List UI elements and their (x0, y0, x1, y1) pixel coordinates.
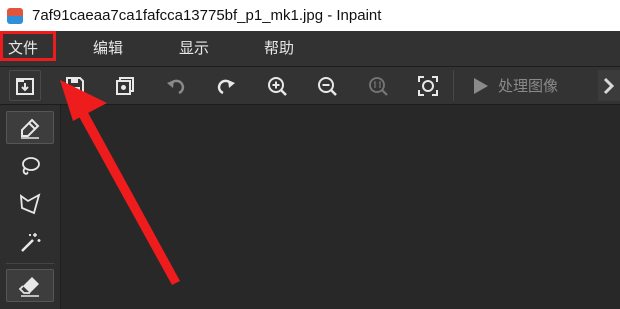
play-icon (474, 77, 488, 94)
open-icon (16, 77, 34, 95)
app-icon (7, 7, 23, 24)
zoom-in-icon (268, 76, 287, 96)
lasso-icon (22, 156, 40, 175)
save-icon (66, 76, 84, 95)
save-as-icon (116, 76, 134, 95)
undo-button[interactable] (160, 70, 192, 101)
toolbar-overflow-button[interactable] (598, 70, 620, 101)
sidebar-separator (6, 263, 54, 264)
menu-bar: 文件 编辑 显示 帮助 (0, 31, 620, 67)
marker-icon (21, 118, 40, 139)
redo-icon (217, 79, 235, 94)
polygon-lasso-tool-button[interactable] (6, 187, 54, 220)
process-image-label: 处理图像 (498, 77, 559, 95)
window-title: 7af91caeaa7ca1fafcca13775bf_p1_mk1.jpg -… (32, 7, 382, 24)
title-bar: 7af91caeaa7ca1fafcca13775bf_p1_mk1.jpg -… (0, 0, 620, 31)
redo-button[interactable] (210, 70, 242, 101)
process-image-button[interactable]: 处理图像 (458, 70, 590, 101)
menu-help[interactable]: 帮助 (264, 31, 294, 66)
zoom-fit-button[interactable] (412, 70, 444, 101)
undo-icon (167, 79, 185, 94)
zoom-in-button[interactable] (261, 70, 293, 101)
save-button[interactable] (59, 70, 91, 101)
eraser-tool-button[interactable] (6, 269, 54, 302)
magic-wand-tool-button[interactable] (6, 225, 54, 258)
zoom-out-icon (318, 76, 337, 96)
zoom-actual-size-button[interactable] (362, 70, 394, 101)
zoom-actual-icon (369, 76, 388, 96)
magic-wand-icon (21, 232, 41, 252)
tool-sidebar (0, 105, 61, 309)
marker-tool-button[interactable] (6, 111, 54, 144)
menu-file-highlight-box (0, 31, 56, 61)
toolbar-separator (453, 70, 454, 101)
menu-view[interactable]: 显示 (179, 31, 209, 66)
polygon-lasso-icon (19, 192, 41, 214)
eraser-icon (18, 276, 39, 297)
zoom-fit-icon (418, 75, 438, 96)
chevron-right-icon (603, 77, 615, 94)
lasso-tool-button[interactable] (6, 149, 54, 182)
zoom-out-button[interactable] (311, 70, 343, 101)
open-button[interactable] (9, 70, 41, 101)
save-as-button[interactable] (109, 70, 141, 101)
menu-edit[interactable]: 编辑 (93, 31, 123, 66)
toolbar: 处理图像 (0, 67, 620, 105)
image-canvas[interactable] (61, 105, 620, 309)
